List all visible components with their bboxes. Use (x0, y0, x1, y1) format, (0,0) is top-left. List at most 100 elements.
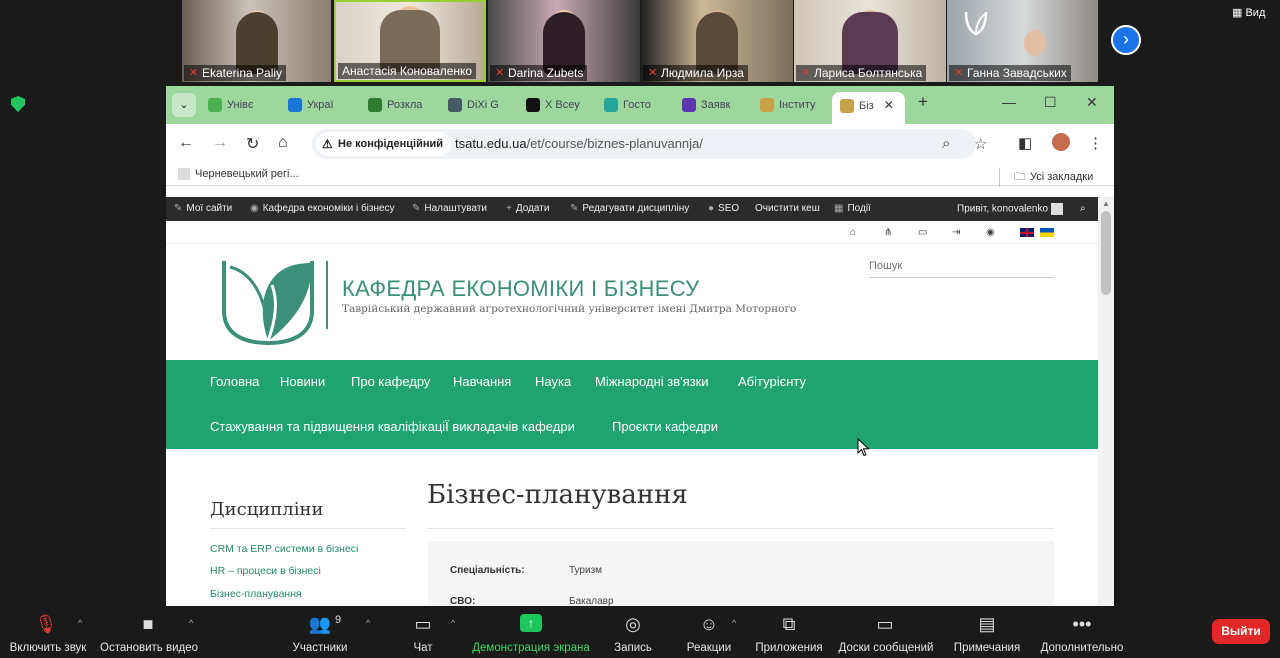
video-camera-icon[interactable]: ■ (143, 614, 154, 635)
notes-icon[interactable]: ▤ (978, 614, 995, 635)
share-screen-button[interactable]: Демонстрация экрана (472, 642, 590, 654)
browser-tab[interactable]: DiXi G (448, 92, 524, 118)
participant-tile[interactable]: ✕ Людмила Ирза (641, 0, 793, 82)
admin-add-new[interactable]: + Додати (506, 203, 549, 214)
english-flag-icon[interactable] (1020, 228, 1034, 237)
tab-search-chevron-icon[interactable]: ⌄ (172, 93, 196, 117)
reload-icon[interactable]: ↻ (246, 134, 259, 154)
sidebar-discipline-link[interactable]: CRM та ERP системи в бізнесі (210, 543, 358, 555)
nav-item-education[interactable]: Навчання (453, 374, 511, 389)
security-chip[interactable]: ⚠ Не конфіденційний (316, 132, 452, 156)
page-scrollbar[interactable]: ▲ (1098, 197, 1114, 606)
admin-site-name[interactable]: ◉ Кафедра економіки і бізнесу (250, 203, 395, 214)
address-bar[interactable]: ⚠ Не конфіденційний tsatu.edu.ua/et/cours… (312, 129, 987, 159)
browser-tab[interactable]: Унівє (208, 92, 284, 118)
back-icon[interactable]: ← (178, 134, 194, 152)
browser-tab-active[interactable]: Біз ✕ (832, 92, 905, 124)
reactions-icon[interactable]: ☺ (700, 614, 718, 635)
nav-item-internships[interactable]: Стажування та підвищення кваліфікаціЇ ви… (210, 419, 575, 434)
close-window-icon[interactable]: ✕ (1086, 94, 1098, 111)
reactions-button[interactable]: Реакции (687, 642, 731, 654)
more-dots-icon[interactable]: ••• (1073, 614, 1092, 635)
nav-item-applicants[interactable]: Абітурієнту (738, 374, 806, 389)
admin-search-icon[interactable]: ⌕ (1080, 203, 1086, 214)
nav-item-about[interactable]: Про кафедру (351, 374, 430, 389)
browser-tab[interactable]: Украї (288, 92, 364, 118)
browser-tab[interactable]: Розкла (368, 92, 444, 118)
home-icon[interactable]: ⌂ (278, 134, 288, 152)
encryption-shield-icon[interactable] (11, 96, 25, 112)
record-icon[interactable]: ◎ (625, 614, 641, 635)
chat-button[interactable]: Чат (413, 642, 432, 654)
profile-avatar[interactable] (1052, 133, 1070, 151)
nav-item-projects[interactable]: Проєкти кафедри (612, 419, 718, 434)
participants-button[interactable]: Участники (293, 642, 348, 654)
admin-events[interactable]: ▦ Події (834, 203, 871, 214)
home-small-icon[interactable]: ⌂ (850, 227, 856, 239)
leave-button[interactable]: Выйти (1212, 619, 1270, 644)
all-bookmarks[interactable]: 🗀 Усі закладки (999, 168, 1093, 187)
nav-item-international[interactable]: Міжнародні зв'язки (595, 374, 709, 389)
whiteboards-button[interactable]: Доски сообщений (839, 642, 934, 654)
participants-icon[interactable]: 👥 (309, 614, 331, 635)
participant-tile[interactable]: ✕ Darina Zubets (488, 0, 640, 82)
nav-item-news[interactable]: Новини (280, 374, 325, 389)
admin-account[interactable]: Привіт, konovalenko (957, 203, 1063, 215)
admin-seo[interactable]: ● SEO (708, 203, 739, 214)
whiteboard-icon[interactable]: ▭ (876, 614, 893, 635)
maximize-icon[interactable]: ☐ (1044, 94, 1057, 111)
scroll-up-icon[interactable]: ▲ (1102, 199, 1110, 208)
zoom-search-icon[interactable]: ⌕ (942, 135, 950, 152)
view-button[interactable]: ▦ Вид (1232, 6, 1265, 19)
browser-tab[interactable]: Заявк (682, 92, 758, 118)
apps-button[interactable]: Приложения (755, 642, 822, 654)
apps-icon[interactable]: ⧉ (783, 614, 796, 635)
browser-tab[interactable]: Госто (604, 92, 680, 118)
scrollbar-thumb[interactable] (1101, 211, 1111, 295)
unmute-button[interactable]: Включить звук (10, 642, 87, 654)
audio-options-chevron-icon[interactable]: ^ (78, 618, 82, 628)
site-title[interactable]: КАФЕДРА ЕКОНОМІКИ І БІЗНЕСУ (342, 276, 699, 302)
participant-tile[interactable]: ✕ Ekaterina Paliy (182, 0, 331, 82)
record-button[interactable]: Запись (614, 642, 652, 654)
browser-tab[interactable]: X Всеу (526, 92, 602, 118)
sitemap-icon[interactable]: ⋔ (884, 227, 892, 239)
site-search-input[interactable] (869, 260, 1054, 272)
sidebar-discipline-link[interactable]: HR – процеси в бізнесі (210, 565, 321, 577)
bookmark-star-icon[interactable]: ☆ (974, 135, 987, 153)
chat-icon[interactable]: ▭ (414, 614, 431, 635)
participant-tile-active[interactable]: Анастасія Коноваленко (334, 0, 486, 82)
nav-item-home[interactable]: Головна (210, 374, 259, 389)
next-participants-arrow-icon[interactable]: › (1111, 25, 1141, 55)
participants-chevron-icon[interactable]: ^ (366, 618, 370, 628)
menu-kebab-icon[interactable]: ⋮ (1088, 134, 1103, 152)
stop-video-button[interactable]: Остановить видео (100, 642, 198, 654)
admin-customize[interactable]: ✎ Налаштувати (412, 203, 487, 214)
sidebar-discipline-link[interactable]: Бізнес-планування (210, 588, 302, 600)
admin-my-sites[interactable]: ✎ Мої сайти (174, 203, 232, 214)
close-tab-icon[interactable]: ✕ (884, 98, 894, 112)
admin-edit-discipline[interactable]: ✎ Редагувати дисципліну (570, 203, 689, 214)
chat-chevron-icon[interactable]: ^ (451, 618, 455, 628)
new-tab-icon[interactable]: + (918, 92, 928, 112)
minimize-icon[interactable]: — (1002, 94, 1016, 110)
browser-tab[interactable]: Інститу (760, 92, 836, 118)
share-screen-icon[interactable]: ↑ (520, 614, 542, 632)
notes-button[interactable]: Примечания (954, 642, 1020, 654)
video-options-chevron-icon[interactable]: ^ (189, 618, 193, 628)
mic-muted-icon[interactable]: 🎙 (35, 614, 58, 635)
ukrainian-flag-icon[interactable] (1040, 228, 1054, 237)
visually-impaired-eye-icon[interactable]: ◉ (986, 227, 995, 239)
forward-icon[interactable]: → (212, 134, 228, 152)
department-logo-icon[interactable] (220, 257, 316, 347)
admin-clear-cache[interactable]: Очистити кеш (755, 203, 820, 214)
participant-tile[interactable]: ✕ Ганна Завадських (947, 0, 1098, 82)
site-search[interactable] (869, 260, 1054, 278)
reactions-chevron-icon[interactable]: ^ (732, 618, 736, 628)
side-panel-icon[interactable]: ◧ (1018, 134, 1032, 152)
bookmark-item[interactable]: Черневецький регі... (178, 168, 299, 181)
nav-item-science[interactable]: Наука (535, 374, 571, 389)
more-button[interactable]: Дополнительно (1041, 642, 1124, 654)
monitor-icon[interactable]: ▭ (918, 227, 927, 239)
participant-tile[interactable]: ✕ Лариса Болтянська (794, 0, 946, 82)
